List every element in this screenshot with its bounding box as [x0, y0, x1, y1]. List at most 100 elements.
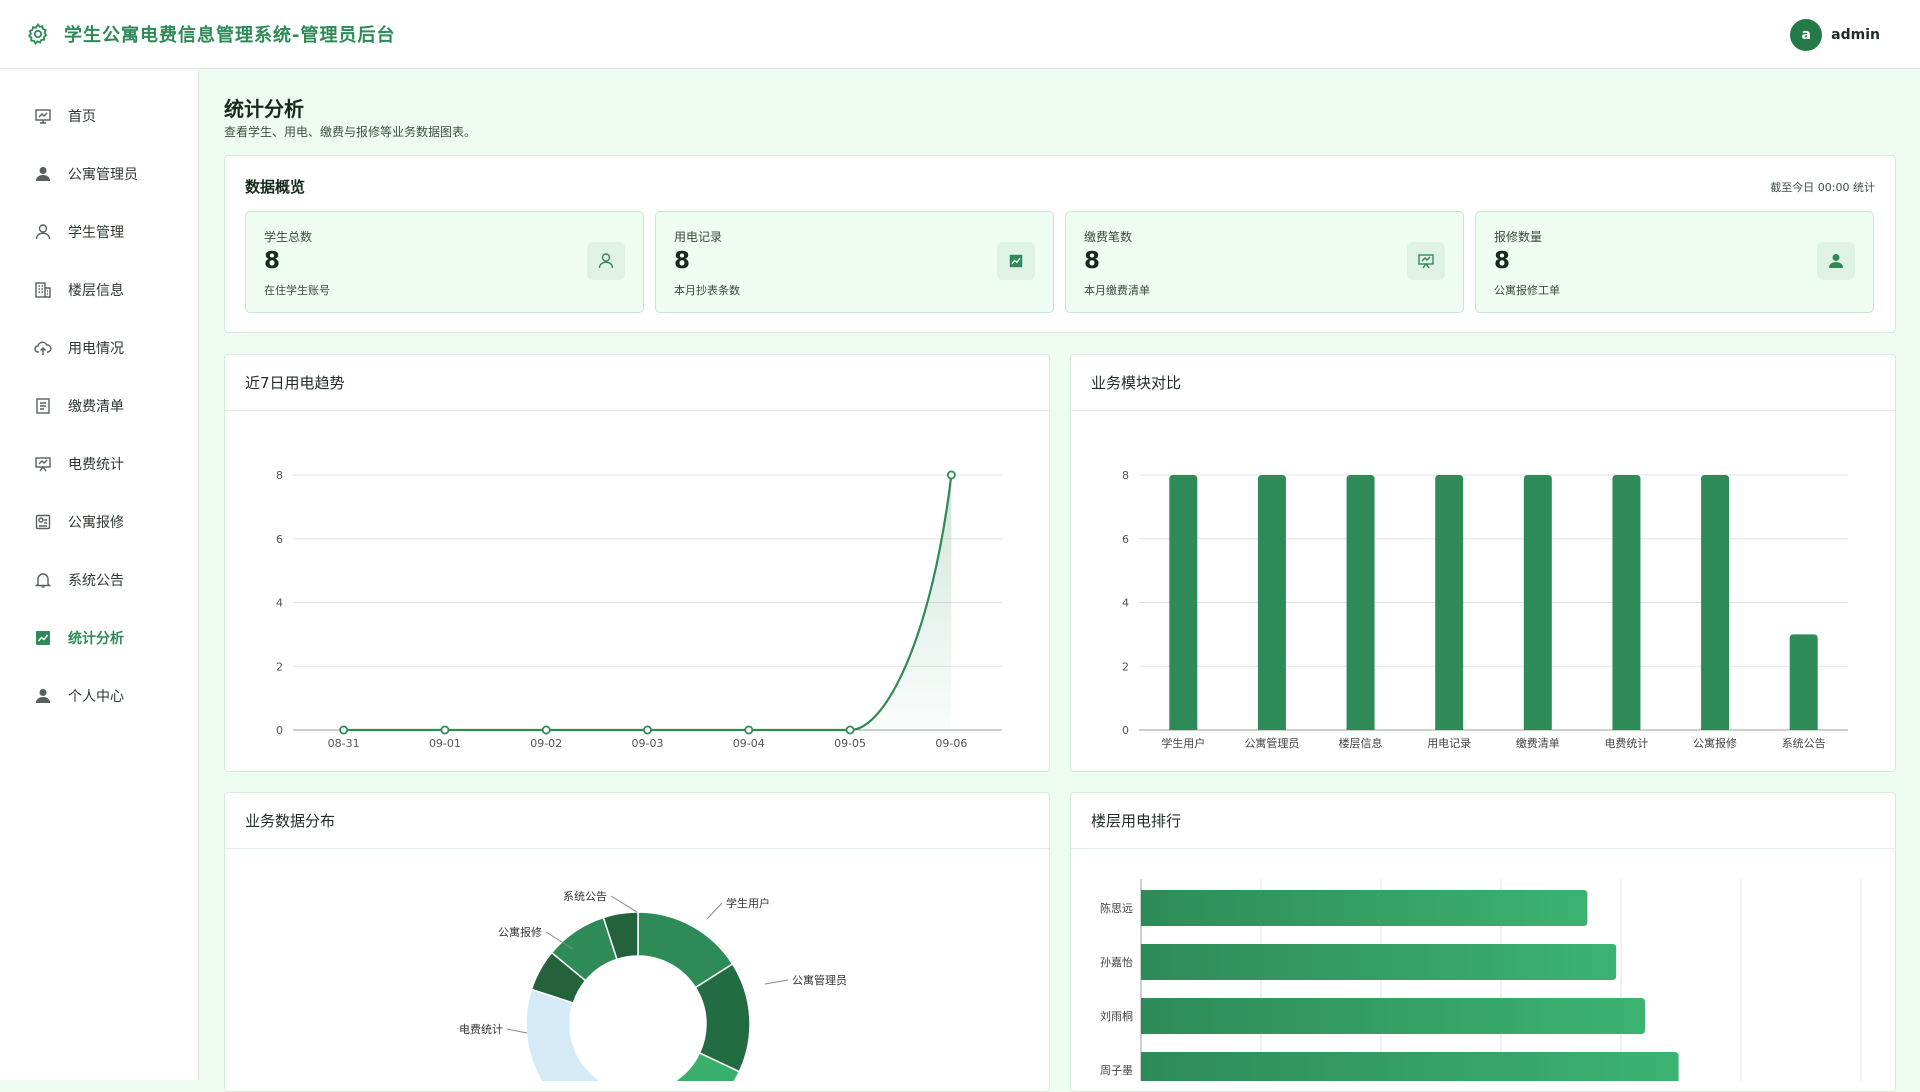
bar — [1141, 998, 1645, 1034]
bell-icon — [34, 571, 52, 589]
sidebar-item-home[interactable]: 首页 — [0, 96, 199, 136]
trend-chart-title: 近7日用电趋势 — [225, 355, 1049, 411]
sidebar-item-label: 学生管理 — [68, 225, 124, 241]
x-tick-label: 用电记录 — [1427, 737, 1471, 750]
sidebar-item-announcements[interactable]: 系统公告 — [0, 560, 199, 600]
stat-label: 报修数量 — [1494, 230, 1543, 244]
user-filled-icon — [34, 687, 52, 705]
x-tick-label: 09-04 — [733, 737, 765, 750]
sidebar-item-apartment-admin[interactable]: 公寓管理员 — [0, 154, 199, 194]
bar — [1346, 475, 1375, 730]
avatar[interactable]: a — [1790, 19, 1823, 51]
sidebar-item-fee-stats[interactable]: 电费统计 — [0, 444, 199, 484]
bar — [1257, 475, 1286, 730]
y-tick-label: 6 — [276, 533, 283, 546]
sidebar-item-label: 电费统计 — [68, 457, 124, 473]
sidebar-item-statistics[interactable]: 统计分析 — [0, 618, 199, 658]
x-tick-label: 缴费清单 — [1516, 736, 1560, 750]
distribution-chart-title: 业务数据分布 — [225, 793, 1049, 849]
stat-note: 在住学生账号 — [264, 284, 330, 297]
y-tick-label: 4 — [276, 597, 283, 610]
page-title: 统计分析 — [224, 97, 304, 121]
y-tick-label: 刘雨桐 — [1100, 1009, 1133, 1023]
x-tick-label: 09-01 — [429, 737, 461, 750]
data-point — [440, 725, 450, 735]
bar — [1169, 475, 1198, 730]
data-point — [946, 470, 956, 480]
y-tick-label: 8 — [276, 469, 283, 482]
overview-note: 截至今日 00:00 统计 — [1770, 181, 1875, 194]
x-tick-label: 公寓报修 — [1693, 736, 1737, 750]
stat-label: 缴费笔数 — [1084, 230, 1133, 244]
stat-note: 公寓报修工单 — [1494, 284, 1560, 297]
compare-chart-title: 业务模块对比 — [1071, 355, 1895, 411]
overview-card: 数据概览 截至今日 00:00 统计 学生总数 8 在住学生账号 用电记录 8 … — [224, 155, 1896, 333]
sidebar-item-students[interactable]: 学生管理 — [0, 212, 199, 252]
slice-leader-line — [506, 1028, 528, 1034]
ranking-chart-card: 楼层用电排行 陈思远 孙嘉怡 刘雨桐 周子墨 — [1070, 792, 1896, 1092]
sidebar-item-floors[interactable]: 楼层信息 — [0, 270, 199, 310]
chart-icon — [997, 242, 1035, 280]
main-content: 统计分析 查看学生、用电、缴费与报修等业务数据图表。 数据概览 截至今日 00:… — [200, 69, 1920, 1092]
stat-card-repairs[interactable]: 报修数量 8 公寓报修工单 — [1475, 211, 1874, 313]
presentation-icon — [34, 455, 52, 473]
y-tick-label: 2 — [276, 660, 283, 673]
document-icon — [34, 397, 52, 415]
user-menu[interactable]: a admin — [1790, 19, 1880, 51]
slice-label: 学生用户 — [726, 896, 770, 910]
trend-line-chart: 0 2 4 6 8 08-31 09-01 09-02 09-03 09-04 09-05 09-06 — [276, 469, 1002, 750]
sidebar-item-label: 缴费清单 — [68, 399, 124, 415]
bar — [1523, 475, 1552, 730]
trend-chart-card: 近7日用电趋势 0 2 4 6 8 08-31 09-01 09-02 09-03 09-04 09… — [224, 354, 1050, 772]
chart-icon — [34, 629, 52, 647]
stat-value: 8 — [1084, 248, 1101, 274]
sidebar-item-label: 楼层信息 — [68, 283, 124, 299]
ranking-chart-title: 楼层用电排行 — [1071, 793, 1895, 849]
stat-value: 8 — [1494, 248, 1511, 274]
app-title: 学生公寓电费信息管理系统-管理员后台 — [64, 25, 396, 46]
distribution-chart-card: 业务数据分布 学生用户 公寓管理员 公寓报修 系统公告 电费统计 — [224, 792, 1050, 1092]
sidebar-item-label: 用电情况 — [68, 341, 124, 357]
stat-label: 学生总数 — [264, 230, 313, 244]
bar — [1141, 1052, 1679, 1088]
x-tick-label: 09-05 — [834, 737, 866, 750]
data-point — [541, 725, 551, 735]
presentation-icon — [1407, 242, 1445, 280]
slice-label: 公寓报修 — [498, 925, 542, 939]
x-tick-label: 09-06 — [935, 737, 967, 750]
x-tick-label: 09-03 — [632, 737, 664, 750]
x-tick-label: 08-31 — [328, 737, 360, 750]
stat-card-usage-records[interactable]: 用电记录 8 本月抄表条数 — [655, 211, 1054, 313]
stat-card-students[interactable]: 学生总数 8 在住学生账号 — [245, 211, 644, 313]
slice-label: 系统公告 — [563, 890, 607, 903]
x-tick-label: 公寓管理员 — [1244, 736, 1299, 750]
y-tick-label: 0 — [1122, 724, 1129, 737]
sidebar-item-repairs[interactable]: 公寓报修 — [0, 502, 199, 542]
sidebar-item-electricity-usage[interactable]: 用电情况 — [0, 328, 199, 368]
y-tick-label: 孙嘉怡 — [1100, 955, 1133, 969]
bar — [1435, 475, 1464, 730]
user-filled-icon — [1817, 242, 1855, 280]
data-point — [339, 725, 349, 735]
distribution-donut-chart: 学生用户公寓管理员 公寓报修 系统公告电费统计 — [459, 890, 847, 1092]
gear-icon[interactable] — [26, 22, 50, 46]
data-point — [744, 725, 754, 735]
page-subtitle: 查看学生、用电、缴费与报修等业务数据图表。 — [224, 125, 477, 139]
user-name[interactable]: admin — [1831, 27, 1880, 43]
sidebar: 首页 公寓管理员 学生管理 楼层信息 用电情况 缴费清单 电费统计 公寓报修 系… — [0, 69, 199, 1080]
y-tick-label: 陈思远 — [1100, 901, 1133, 915]
stat-card-payments[interactable]: 缴费笔数 8 本月缴费清单 — [1065, 211, 1464, 313]
x-tick-label: 系统公告 — [1782, 737, 1826, 750]
y-tick-label: 4 — [1122, 597, 1129, 610]
y-tick-label: 2 — [1122, 660, 1129, 673]
sidebar-item-profile[interactable]: 个人中心 — [0, 676, 199, 716]
data-point — [642, 725, 652, 735]
user-icon — [587, 242, 625, 280]
sidebar-item-payment-list[interactable]: 缴费清单 — [0, 386, 199, 426]
y-tick-label: 8 — [1122, 469, 1129, 482]
slice-label: 公寓管理员 — [792, 973, 847, 987]
user-icon — [34, 223, 52, 241]
stat-value: 8 — [264, 248, 281, 274]
x-tick-label: 楼层信息 — [1339, 736, 1383, 750]
bar — [1141, 944, 1617, 980]
